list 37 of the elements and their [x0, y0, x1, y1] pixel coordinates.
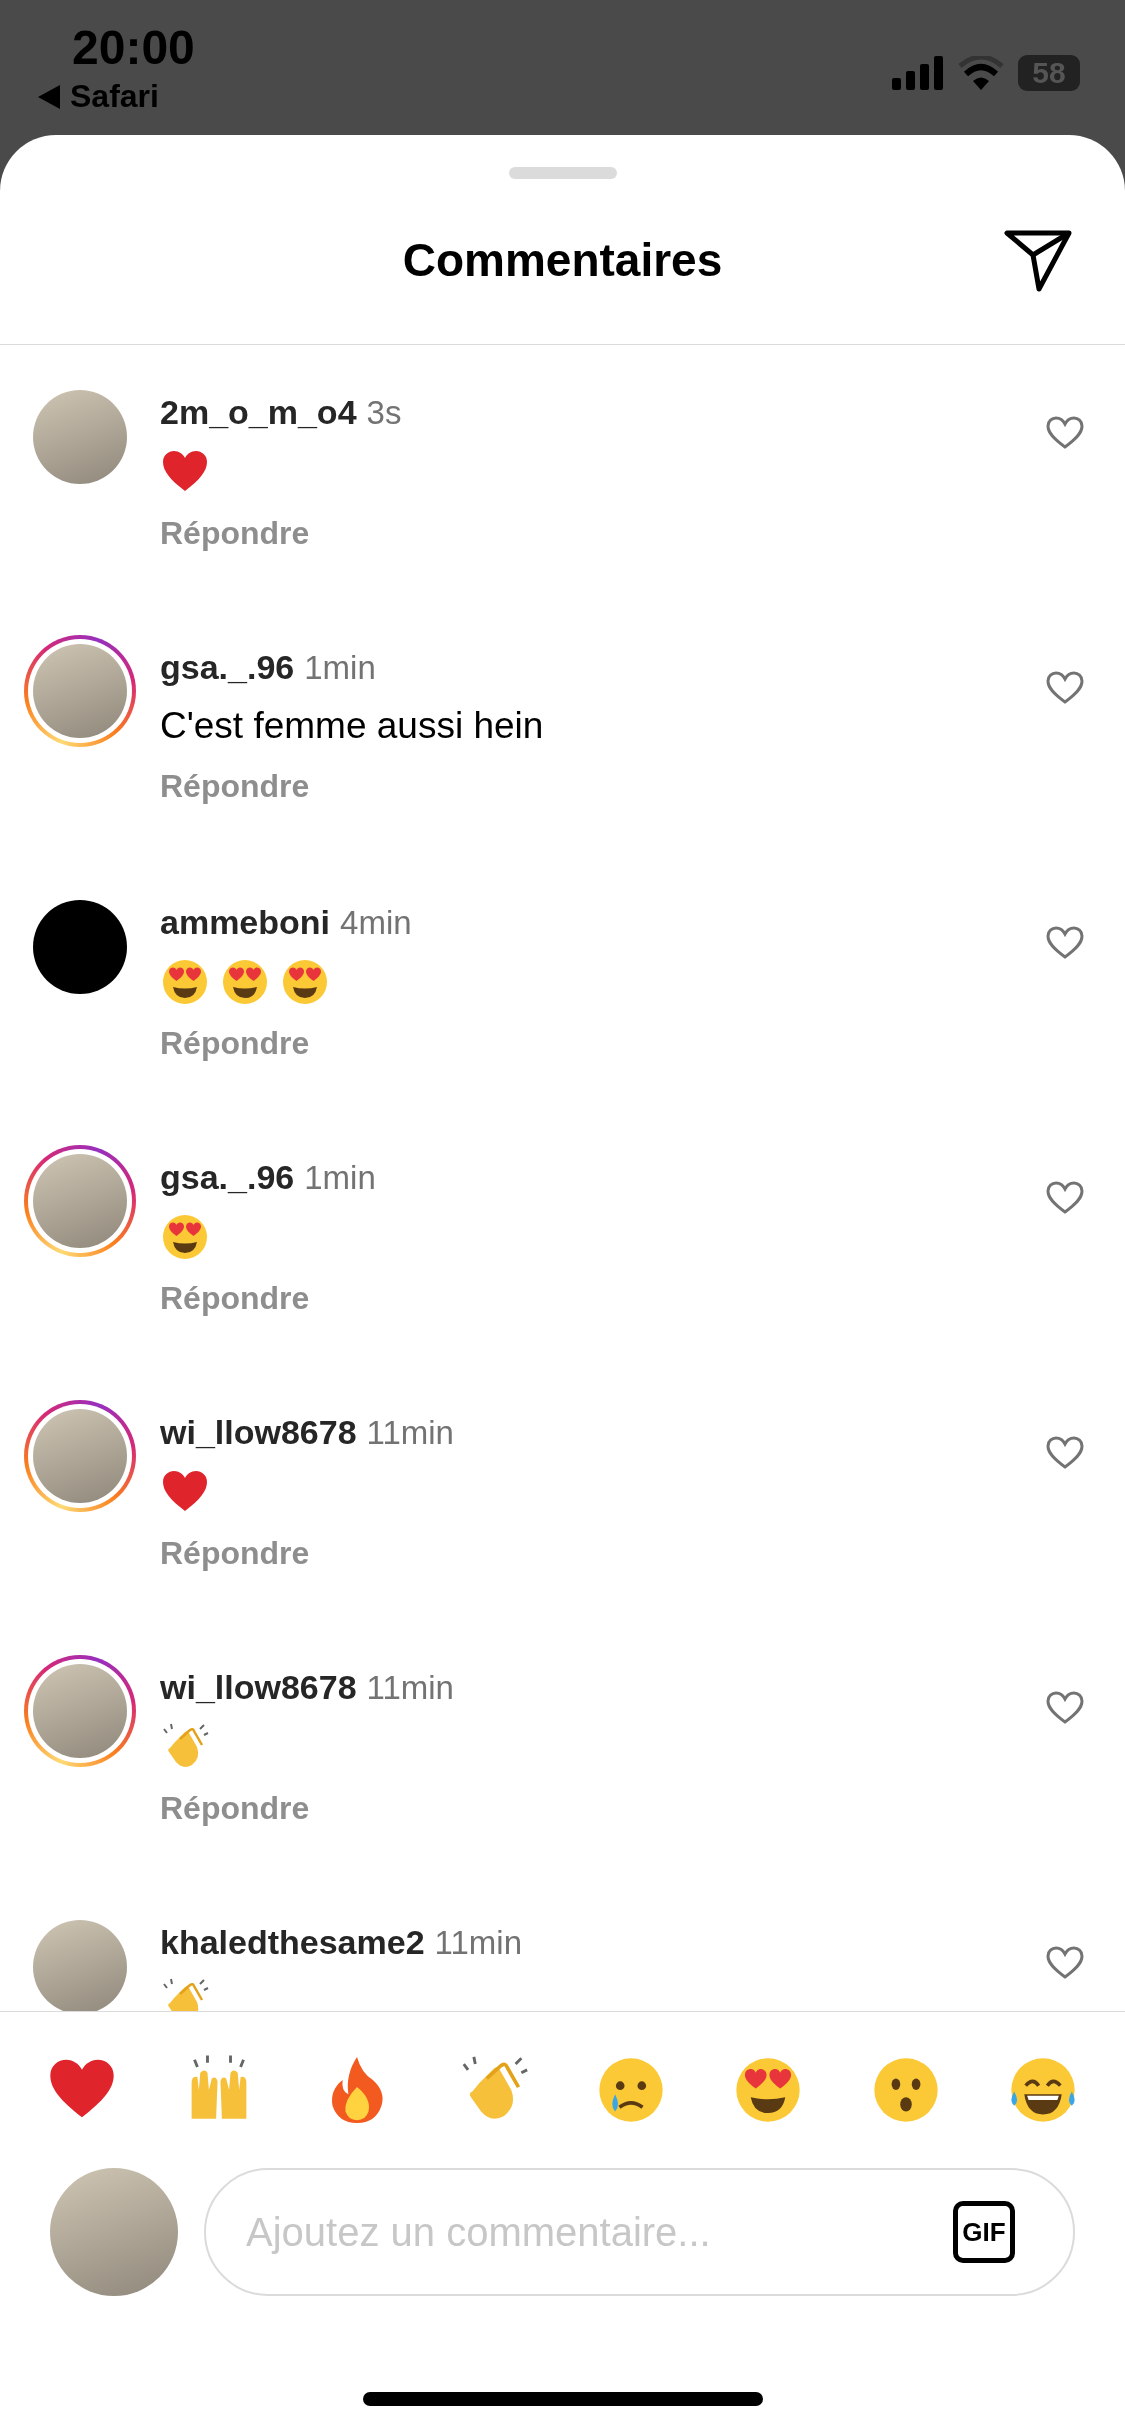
heart-eyes-emoji-icon: [160, 957, 210, 1007]
comment-time: 4min: [340, 903, 412, 943]
like-heart-icon[interactable]: [1046, 1691, 1084, 1725]
comment-username[interactable]: wi_llow8678: [160, 1665, 357, 1709]
heart-eyes-emoji-icon: [160, 1212, 210, 1262]
avatar-photo-placeholder[interactable]: [33, 1154, 127, 1248]
wifi-icon: [958, 55, 1004, 90]
comment-username[interactable]: gsa._.96: [160, 645, 295, 689]
like-heart-icon[interactable]: [1046, 926, 1084, 960]
signal-icon: [892, 55, 944, 90]
comment-text: C'est femme aussi hein: [160, 704, 545, 748]
comment-input-field[interactable]: Ajoutez un commentaire... GIF: [204, 2168, 1075, 2296]
avatar-photo-placeholder[interactable]: [33, 1664, 127, 1758]
comment-username[interactable]: khaledthesame2: [160, 1920, 425, 1964]
comment-username[interactable]: ammeboni: [160, 900, 331, 944]
comment-time: 11min: [434, 1923, 523, 1963]
heart-eyes-emoji-icon: [220, 957, 270, 1007]
comment-time: 11min: [366, 1413, 454, 1453]
avatar-photo-placeholder[interactable]: [33, 644, 127, 738]
like-heart-icon[interactable]: [1046, 1436, 1084, 1470]
heart-eyes-emoji-icon: [280, 957, 330, 1007]
sheet-title: Commentaires: [402, 232, 723, 287]
status-time: 20:00: [72, 20, 195, 76]
like-heart-icon[interactable]: [1046, 416, 1084, 450]
avatar-photo-placeholder[interactable]: [33, 1409, 127, 1503]
comment-username[interactable]: 2m_o_m_o4: [160, 390, 357, 434]
comment-time: 11min: [366, 1668, 454, 1708]
comment-time: 3s: [366, 393, 402, 433]
comment-time: 1min: [304, 648, 376, 688]
comment-username[interactable]: gsa._.96: [160, 1155, 295, 1199]
like-heart-icon[interactable]: [1046, 1946, 1084, 1980]
gif-button[interactable]: GIF: [953, 2201, 1015, 2263]
like-heart-icon[interactable]: [1046, 671, 1084, 705]
comment-time: 1min: [304, 1158, 376, 1198]
like-heart-icon[interactable]: [1046, 1181, 1084, 1215]
send-icon[interactable]: [1003, 229, 1073, 293]
comment-username[interactable]: wi_llow8678: [160, 1410, 357, 1454]
